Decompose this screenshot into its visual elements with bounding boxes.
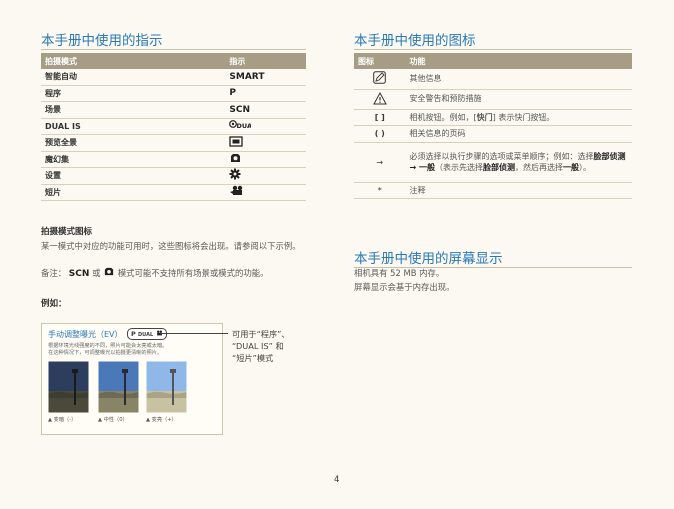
- mode-name: 场景: [41, 101, 226, 119]
- mode-icons-text: 某一模式中对应的功能可用时，这些图标将会出现。请参阅以下示例。: [41, 241, 301, 251]
- mode-name: 程序: [41, 85, 226, 102]
- note-suffix: 模式可能不支持所有场景或模式的功能。: [117, 268, 269, 278]
- badge-program: P: [131, 330, 136, 338]
- function-text-part: ] 表示快门按钮。: [492, 112, 555, 122]
- table-row: 其他信息: [354, 69, 632, 90]
- right-title-rule: [354, 49, 632, 50]
- function-text-part: ）。: [579, 163, 592, 172]
- function-text: 必须选择以执行步骤的选项或菜单顺序；例如：选择脸部侦测 → 一般（表示先选择脸部…: [405, 142, 632, 183]
- scn-indicator: SCN: [68, 269, 90, 279]
- bright-exposure-photo: [146, 361, 187, 413]
- scene-mode-indicator: SCN: [225, 101, 306, 119]
- table-header-row: 图标 功能: [354, 53, 632, 69]
- function-text: 其他信息: [405, 69, 632, 90]
- function-text: 安全警告和预防措施: [405, 89, 632, 110]
- button-bracket-symbol: [ ]: [354, 109, 406, 126]
- mode-name: 预览全景: [41, 134, 226, 152]
- asterisk-symbol: *: [354, 182, 406, 199]
- note-or: 或: [92, 268, 101, 278]
- magic-icon: [105, 267, 114, 276]
- movie-icon: [225, 184, 306, 201]
- dark-exposure-photo: [48, 361, 89, 413]
- caption-bright: ▲ 变亮（+）: [146, 417, 177, 423]
- table-row: ( ) 相关信息的页码: [354, 125, 632, 143]
- table-row: DUAL IS DUAL: [41, 118, 306, 135]
- table-row: 设置: [41, 167, 306, 185]
- col-header-icon: 图标: [354, 53, 406, 69]
- function-text-part: 必须选择以执行步骤的选项或菜单顺序；例如：选择: [409, 151, 594, 161]
- page-number: 4: [334, 475, 340, 485]
- mode-name: 智能自动: [41, 69, 226, 86]
- function-text: 相机按钮。例如，[快门] 表示快门按钮。: [405, 109, 632, 126]
- function-text-part: 相机按钮。例如，[: [409, 112, 477, 122]
- left-section-title: 本手册中使用的指示: [41, 33, 163, 49]
- table-row: 安全警告和预防措施: [354, 89, 632, 110]
- shutter-label: 快门: [476, 112, 493, 122]
- table-row: * 注释: [354, 182, 632, 199]
- mode-name: DUAL IS: [41, 118, 226, 135]
- function-text-part: ，然后再选择: [515, 163, 564, 172]
- settings-icon: [225, 167, 306, 185]
- example-desc-line: 根据环境光线强度的不同，照片可能会太亮或太暗。: [48, 343, 168, 349]
- example-box: 手动调整曝光（EV） P DUAL 根据环境光线强度的不同，照片可能会太亮或太暗…: [41, 323, 223, 435]
- example-desc-line: 在这种情况下，可调整曝光以拍摄更清晰的照片。: [48, 350, 163, 356]
- note-prefix: 备注：: [41, 268, 67, 278]
- mode-icons-heading: 拍摄模式图标: [41, 227, 93, 237]
- table-row: 智能自动 SMART: [41, 69, 306, 86]
- smart-mode-indicator: SMART: [225, 69, 306, 86]
- caption-dark: ▲ 变暗（-）: [48, 417, 77, 423]
- dual-is-mode-icon: DUAL: [225, 118, 306, 135]
- col-header-function: 功能: [405, 53, 632, 69]
- program-mode-indicator: P: [225, 85, 306, 102]
- screen-text-line: 相机具有 52 MB 内存。: [354, 268, 445, 278]
- manual-icons-table: 图标 功能 其他信息 安全警告和预防措施 [ ] 相机按钮。例如，[快门] 表示…: [354, 53, 632, 199]
- mode-note: 备注： SCN 或 模式可能不支持所有场景或模式的功能。: [41, 266, 316, 281]
- callout-line: [160, 333, 228, 334]
- table-header-row: 拍摄模式 指示: [41, 53, 306, 69]
- mode-name: 魔幻集: [41, 151, 226, 168]
- menu-item: 脸部侦测: [483, 163, 516, 172]
- magic-icon: [225, 151, 306, 168]
- left-title-rule: [41, 49, 306, 50]
- table-row: 预览全景: [41, 134, 306, 152]
- function-text-part: （表示先选择: [435, 163, 484, 172]
- function-text: 相关信息的页码: [405, 125, 632, 143]
- example-title: 手动调整曝光（EV）: [48, 330, 123, 339]
- screen-text-line: 屏幕显示会基于内存出现。: [354, 282, 455, 292]
- table-row: 魔幻集: [41, 151, 306, 168]
- example-heading: 例如：: [41, 299, 67, 309]
- example-mode-badge: P DUAL: [127, 328, 168, 340]
- arrow-icon: →: [354, 142, 406, 183]
- table-row: 短片: [41, 184, 306, 201]
- example-callout: 可用于“程序”、 “DUAL IS” 和 “短片”模式: [232, 328, 290, 364]
- col-header-indicator: 指示: [225, 53, 306, 69]
- table-row: 场景 SCN: [41, 101, 306, 119]
- badge-dual: DUAL: [138, 332, 154, 338]
- function-text: 注释: [405, 182, 632, 199]
- mode-name: 短片: [41, 184, 226, 201]
- mode-name: 设置: [41, 167, 226, 185]
- col-header-mode: 拍摄模式: [41, 53, 226, 69]
- example-description: 根据环境光线强度的不同，照片可能会太亮或太暗。 在这种情况下，可调整曝光以拍摄更…: [48, 343, 167, 357]
- shooting-mode-table: 拍摄模式 指示 智能自动 SMART 程序 P 场景 SCN DUAL IS D…: [41, 53, 306, 201]
- callout-text: “短片”模式: [232, 353, 274, 363]
- table-row: → 必须选择以执行步骤的选项或菜单顺序；例如：选择脸部侦测 → 一般（表示先选择…: [354, 142, 632, 183]
- warning-icon: [354, 89, 406, 110]
- callout-text: 可用于“程序”、: [232, 329, 290, 339]
- panorama-icon: [225, 134, 306, 152]
- neutral-exposure-photo: [98, 361, 139, 413]
- note-icon: [354, 69, 406, 90]
- table-row: 程序 P: [41, 85, 306, 102]
- table-row: [ ] 相机按钮。例如，[快门] 表示快门按钮。: [354, 109, 632, 126]
- page-reference-symbol: ( ): [354, 125, 406, 143]
- menu-item: 一般: [563, 163, 580, 172]
- right-section-title: 本手册中使用的图标: [354, 33, 476, 49]
- caption-neutral: ▲ 中性（0）: [98, 417, 128, 423]
- callout-text: “DUAL IS” 和: [232, 341, 284, 351]
- svg-text:DUAL: DUAL: [237, 122, 252, 130]
- screen-display-title: 本手册中使用的屏幕显示: [354, 251, 503, 267]
